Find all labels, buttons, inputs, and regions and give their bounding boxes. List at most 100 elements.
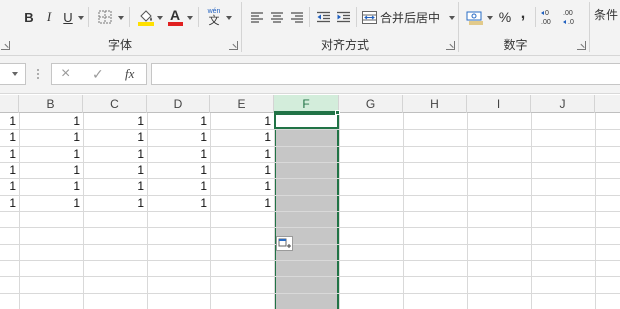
font-dialog-launcher-icon[interactable] [229, 41, 238, 50]
increase-decimal-button[interactable]: 0.00 [540, 7, 560, 27]
merge-center-button[interactable]: 合并后居中 [362, 7, 446, 27]
fill-handle[interactable] [335, 110, 340, 115]
fill-color-dropdown-icon[interactable] [157, 16, 163, 20]
phonetic-guide-button[interactable]: wén 文 [204, 7, 224, 27]
cell-value[interactable]: 1 [147, 195, 210, 211]
italic-label: I [46, 9, 52, 24]
decrease-decimal-button[interactable]: .00.0 [562, 7, 582, 27]
column-header-d[interactable]: D [147, 95, 210, 113]
cell-value[interactable]: 1 [19, 146, 83, 162]
merge-dropdown-icon[interactable] [449, 16, 455, 20]
column-header-b[interactable]: B [19, 95, 83, 113]
name-box-dropdown-icon[interactable] [12, 72, 18, 76]
column-header-g[interactable]: G [339, 95, 403, 113]
font-color-dropdown-icon[interactable] [187, 16, 193, 20]
cell-value[interactable]: 1 [19, 129, 83, 145]
cancel-icon[interactable]: × [61, 65, 70, 83]
column-header-f[interactable]: F [274, 95, 339, 113]
cell-value[interactable]: 1 [0, 195, 19, 211]
cell-value[interactable]: 1 [147, 113, 210, 129]
underline-button[interactable]: U [60, 7, 76, 27]
cell-value[interactable]: 1 [0, 113, 19, 129]
insert-function-icon[interactable]: fx [125, 66, 134, 82]
formula-bar: × ✓ fx [0, 56, 620, 94]
align-left-button[interactable] [248, 7, 266, 27]
cell-value[interactable]: 1 [210, 129, 274, 145]
comma-style-button[interactable]: , [516, 5, 530, 27]
column-header-c[interactable]: C [83, 95, 147, 113]
cell-value[interactable]: 1 [83, 178, 147, 194]
font-color-button[interactable]: A [166, 7, 184, 27]
cell-value[interactable]: 1 [83, 195, 147, 211]
accounting-dropdown-icon[interactable] [487, 16, 493, 20]
bold-button[interactable]: B [20, 7, 38, 27]
percent-button[interactable]: % [497, 7, 513, 27]
increase-indent-icon [336, 11, 350, 23]
cell-value[interactable]: 1 [147, 146, 210, 162]
active-cell[interactable] [274, 113, 339, 129]
svg-text:.0: .0 [568, 19, 574, 26]
cell-value[interactable]: 1 [210, 178, 274, 194]
cell-value[interactable]: 1 [210, 162, 274, 178]
number-group-label: 数字 [503, 38, 528, 52]
phonetic-bottom: 文 [208, 13, 220, 27]
cell-value[interactable]: 1 [0, 146, 19, 162]
cell-value[interactable]: 1 [0, 129, 19, 145]
cell-value[interactable]: 1 [210, 113, 274, 129]
divider [356, 7, 357, 27]
borders-dropdown-icon[interactable] [118, 16, 124, 20]
borders-button[interactable] [96, 7, 114, 27]
cell-value[interactable]: 1 [19, 113, 83, 129]
divider [129, 7, 130, 27]
cell-value[interactable]: 1 [19, 195, 83, 211]
column-header-e[interactable]: E [210, 95, 274, 113]
underline-dropdown-icon[interactable] [78, 16, 84, 20]
column-header-h[interactable]: H [403, 95, 467, 113]
alignment-dialog-launcher-icon[interactable] [446, 41, 455, 50]
bold-label: B [24, 9, 34, 25]
cell-value[interactable]: 1 [0, 178, 19, 194]
underline-label: U [63, 9, 73, 25]
font-group-label: 字体 [107, 38, 132, 52]
number-dialog-launcher-icon[interactable] [577, 41, 586, 50]
cell-area[interactable]: 111111111111111111111111111111 [0, 110, 620, 309]
cell-value[interactable]: 1 [83, 113, 147, 129]
cell-value[interactable]: 1 [83, 146, 147, 162]
cell-value[interactable]: 1 [83, 162, 147, 178]
cell-value[interactable]: 1 [210, 146, 274, 162]
group-divider [241, 2, 242, 52]
column-header-a[interactable] [0, 95, 19, 113]
cell-value[interactable]: 1 [210, 195, 274, 211]
column-header-i[interactable]: I [467, 95, 531, 113]
group-divider [589, 2, 590, 52]
accounting-format-icon [466, 11, 483, 25]
enter-icon[interactable]: ✓ [92, 66, 104, 83]
fill-color-button[interactable] [136, 7, 156, 27]
cell-value[interactable]: 1 [147, 162, 210, 178]
cell-value[interactable]: 1 [147, 129, 210, 145]
cell-value[interactable]: 1 [19, 178, 83, 194]
column-header-j[interactable]: J [531, 95, 595, 113]
decrease-indent-button[interactable] [314, 7, 332, 27]
group-divider [458, 2, 459, 52]
decrease-indent-icon [316, 11, 330, 23]
align-center-button[interactable] [268, 7, 286, 27]
clipboard-dialog-launcher-icon[interactable] [1, 41, 10, 50]
column-header-partial[interactable] [595, 95, 620, 113]
worksheet-grid: BCDEFGHIJ 111111111111111111111111111111 [0, 95, 620, 309]
align-right-button[interactable] [288, 7, 306, 27]
drag-handle-icon[interactable] [36, 68, 40, 82]
paste-options-button[interactable] [276, 236, 293, 251]
paint-bucket-icon [138, 10, 154, 26]
increase-indent-button[interactable] [334, 7, 352, 27]
cell-value[interactable]: 1 [19, 162, 83, 178]
cell-value[interactable]: 1 [0, 162, 19, 178]
conditional-formatting-button[interactable]: 条件 [594, 4, 620, 24]
cell-value[interactable]: 1 [147, 178, 210, 194]
accounting-format-button[interactable] [465, 7, 485, 27]
phonetic-dropdown-icon[interactable] [226, 16, 232, 20]
italic-button[interactable]: I [40, 7, 58, 27]
cell-value[interactable]: 1 [83, 129, 147, 145]
borders-icon [98, 10, 112, 24]
formula-input[interactable] [151, 63, 620, 85]
